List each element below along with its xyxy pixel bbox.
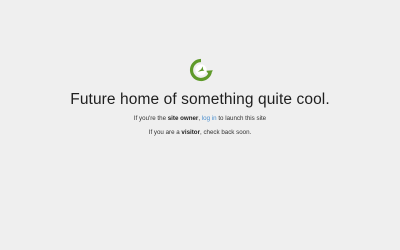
visitor-label: visitor <box>181 129 200 136</box>
visitor-message: If you are a visitor, check back soon. <box>0 128 400 137</box>
owner-prefix-text: If you're the <box>133 115 168 122</box>
coming-soon-page: Future home of something quite cool. If … <box>0 0 400 250</box>
visitor-prefix-text: If you are a <box>148 129 182 136</box>
page-headline: Future home of something quite cool. <box>70 91 330 108</box>
gator-clock-icon <box>189 58 213 82</box>
log-in-link[interactable]: log in <box>202 115 217 122</box>
visitor-suffix-text: , check back soon. <box>200 129 252 136</box>
site-owner-label: site owner <box>167 115 199 122</box>
site-owner-message: If you're the site owner, log in to laun… <box>0 114 400 123</box>
owner-suffix-text: to launch this site <box>216 115 267 122</box>
